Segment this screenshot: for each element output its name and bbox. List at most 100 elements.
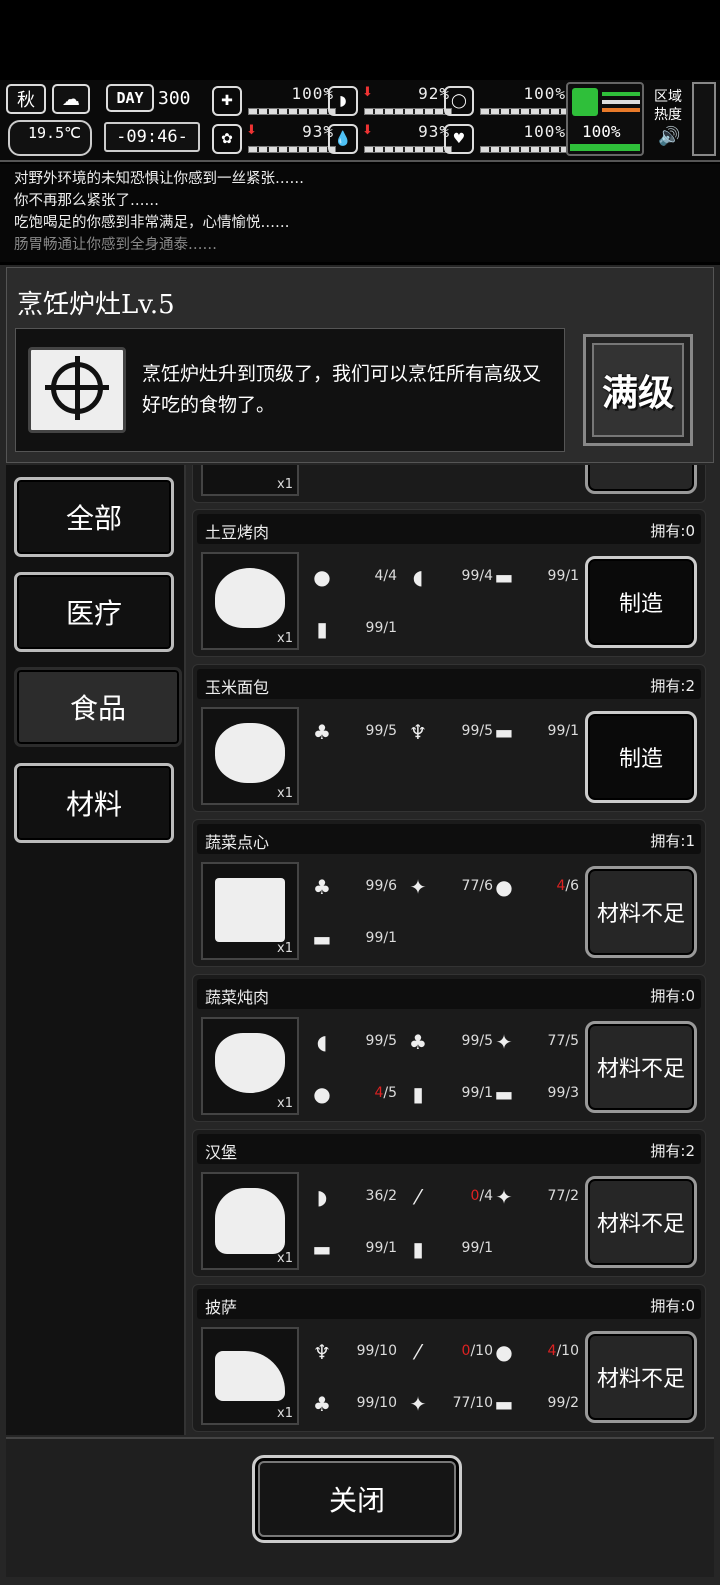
region-heat-label: 区域 热度 — [654, 89, 682, 123]
oil-bottle-icon: ▮ — [412, 1237, 424, 1261]
category-label: 医疗 — [65, 597, 122, 630]
ingredient-count: 99/1 — [461, 1240, 493, 1256]
category-medical[interactable]: 医疗 — [14, 572, 174, 652]
corn-icon: ♣ — [313, 875, 331, 899]
ingredient-count: 99/1 — [365, 1240, 397, 1256]
recipe-card: 汉堡 拥有:2 x1 ◗ 36/2 ⁄ 0/4 ✦ 77/2 ▬ 99/1 ▮ 99/1 材… — [192, 1129, 706, 1277]
craft-button[interactable]: 材料不足 — [585, 1176, 697, 1268]
cloud-icon: ☁ — [52, 84, 90, 114]
recipe-quantity: x1 — [277, 477, 293, 492]
recipe-image: x1 — [201, 1327, 299, 1425]
down-arrow-icon: ⬇ — [362, 123, 373, 138]
potato-icon: ● — [495, 1340, 513, 1364]
recipe-owned: 拥有:2 — [650, 1142, 695, 1160]
corn-icon: ♣ — [313, 1392, 331, 1416]
category-label: 全部 — [65, 502, 122, 535]
craft-button[interactable] — [585, 465, 697, 494]
ingredient-count: 4/10 — [547, 1343, 579, 1359]
corn-icon: ♣ — [409, 1030, 427, 1054]
recipe-name: 披萨 — [205, 1298, 238, 1317]
ingredient-count: 99/1 — [547, 723, 579, 739]
ingredient: ♣ 99/6 — [307, 872, 397, 902]
stat-bar — [248, 108, 336, 115]
recipe-card: 蔬菜点心 拥有:1 x1 ♣ 99/6 ✦ 77/6 ● 4/6 ▬ 99/1 材料不足 — [192, 819, 706, 967]
station-header: 烹饪炉灶Lv.5 烹饪炉灶升到顶级了，我们可以烹饪所有高级又好吃的食物了。 满级 — [6, 267, 714, 463]
recipe-quantity: x1 — [277, 631, 293, 646]
recipe-image: x1 — [201, 862, 299, 960]
ingredient-count: 99/1 — [547, 568, 579, 584]
ingredient: ▮ 99/1 — [403, 1079, 493, 1109]
log-line: 你不再那么紧张了…… — [14, 193, 159, 209]
carrot-icon: ✦ — [409, 1392, 427, 1416]
ingredient: ♣ 99/5 — [307, 717, 397, 747]
oil-bottle-icon: ▮ — [412, 1082, 424, 1106]
bread-icon: ◗ — [316, 1185, 328, 1209]
ingredient-count: 99/5 — [365, 1033, 397, 1049]
craft-button-label: 制造 — [618, 747, 663, 772]
recipe-name: 土豆烤肉 — [205, 523, 270, 542]
recipe-image: x1 — [201, 1172, 299, 1270]
ingredient-count: 77/2 — [547, 1188, 579, 1204]
ingredient-count: 99/2 — [547, 1395, 579, 1411]
stat-bar — [364, 108, 452, 115]
heat-meter — [692, 82, 716, 156]
craft-button[interactable]: 制造 — [585, 556, 697, 648]
wheat-icon: ♆ — [313, 1340, 331, 1364]
recipe-owned: 拥有:0 — [650, 1297, 695, 1315]
recipe-name: 蔬菜炖肉 — [205, 988, 270, 1007]
craft-button-label: 材料不足 — [596, 1212, 685, 1237]
ingredient: ♆ 99/10 — [307, 1337, 397, 1367]
ingredient: ✦ 77/6 — [403, 872, 493, 902]
thermometer: 19.5℃ — [8, 120, 92, 156]
close-button-label: 关闭 — [328, 1484, 385, 1517]
recipe-quantity: x1 — [277, 941, 293, 956]
oil-bottle-icon: ▮ — [316, 617, 328, 641]
stat-value: 92% — [418, 84, 450, 103]
ingredient: ▬ 99/1 — [307, 924, 397, 954]
recipe-image: x1 — [201, 552, 299, 650]
ingredient-count: 99/10 — [356, 1343, 397, 1359]
ingredient: ◗ 36/2 — [307, 1182, 397, 1212]
craft-button[interactable]: 材料不足 — [585, 1331, 697, 1423]
firewood-icon: ▬ — [312, 927, 332, 951]
ingredient: ✦ 77/5 — [489, 1027, 579, 1057]
ingredient: ▬ 99/1 — [307, 1234, 397, 1264]
craft-button[interactable]: 制造 — [585, 711, 697, 803]
craft-button[interactable]: 材料不足 — [585, 1021, 697, 1113]
speaker-icon[interactable]: 🔊 — [658, 126, 680, 147]
stomach-icon: ◗ — [328, 86, 358, 116]
status-bar: 秋 ☁ 19.5℃ DAY 300 -09:46- ✚ 100% ◗ ⬇ 92%… — [0, 80, 720, 162]
firewood-icon: ▬ — [494, 720, 514, 744]
recipe-quantity: x1 — [277, 1096, 293, 1111]
craft-button-label: 制造 — [618, 592, 663, 617]
ingredient: ▬ 99/1 — [489, 717, 579, 747]
day-count: 300 — [158, 88, 191, 109]
stove-icon — [28, 347, 126, 433]
craft-button[interactable]: 材料不足 — [585, 866, 697, 958]
firewood-icon: ▬ — [312, 1237, 332, 1261]
close-button[interactable]: 关闭 — [252, 1455, 462, 1543]
category-materials[interactable]: 材料 — [14, 763, 174, 843]
stat-value: 93% — [302, 122, 334, 141]
recipe-owned: 拥有:1 — [650, 832, 695, 850]
boot-icon — [572, 88, 598, 116]
recipe-image: x1 — [201, 1017, 299, 1115]
category-food[interactable]: 食品 — [14, 667, 182, 747]
stat-value: 100% — [523, 122, 566, 141]
ingredient: ▮ 99/1 — [403, 1234, 493, 1264]
recipe-card-partial: x1 — [192, 465, 706, 503]
corn-icon: ♣ — [313, 720, 331, 744]
season-label: 秋 — [17, 90, 35, 111]
station-description-box: 烹饪炉灶升到顶级了，我们可以烹饪所有高级又好吃的食物了。 — [15, 328, 565, 452]
recipe-card: 土豆烤肉 拥有:0 x1 ● 4/4 ◖ 99/4 ▬ 99/1 ▮ 99/1 制造 — [192, 509, 706, 657]
recipe-card: 玉米面包 拥有:2 x1 ♣ 99/5 ♆ 99/5 ▬ 99/1 制造 — [192, 664, 706, 812]
recipe-list[interactable]: x1 土豆烤肉 拥有:0 x1 ● 4/4 ◖ 99/4 ▬ 99/1 ▮ 99/1 制造… — [190, 465, 712, 1435]
clock-time: -09:46- — [116, 127, 188, 147]
category-label: 材料 — [65, 788, 122, 821]
meat-icon: ◖ — [412, 565, 424, 589]
category-sidebar: 全部 医疗 食品 材料 — [6, 465, 186, 1435]
category-all[interactable]: 全部 — [14, 477, 174, 557]
ingredient: ▬ 99/1 — [489, 562, 579, 592]
heart-icon: ♥ — [444, 124, 474, 154]
station-title: 烹饪炉灶Lv.5 — [17, 290, 175, 320]
